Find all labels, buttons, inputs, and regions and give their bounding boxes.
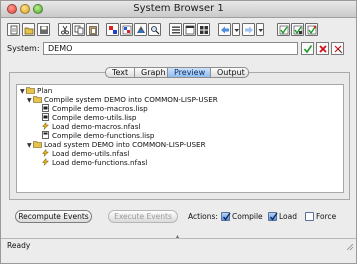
toolbar — [7, 23, 352, 37]
compile-checkbox[interactable] — [221, 212, 231, 221]
check-button[interactable] — [291, 23, 304, 36]
paste-icon — [89, 26, 97, 35]
load-bolt-icon — [41, 149, 50, 157]
load-checkbox[interactable] — [268, 212, 278, 221]
folder-icon — [33, 141, 42, 148]
tree-node-load-utils[interactable]: Load demo-utils.nfasl — [41, 149, 129, 158]
copy-icon — [74, 25, 84, 35]
tree-node-load-macros[interactable]: Load demo-macros.nfasl — [41, 122, 140, 131]
bookmark-button[interactable] — [305, 23, 318, 36]
cancel-system-button[interactable] — [316, 42, 329, 55]
red-x-icon — [319, 45, 327, 53]
grid-view-button[interactable] — [197, 23, 210, 36]
history-dropdown[interactable] — [232, 23, 240, 36]
compile-file-icon — [42, 131, 49, 139]
list-view-button[interactable] — [169, 23, 182, 36]
window-button[interactable] — [183, 23, 196, 36]
checkmark-icon — [222, 212, 231, 221]
status-bar: Ready — [1, 238, 356, 253]
tab-preview[interactable]: Preview — [168, 67, 211, 78]
window-title: System Browser 1 — [133, 3, 224, 14]
list-view-icon — [172, 26, 180, 34]
new-page-button[interactable] — [7, 23, 20, 36]
tree-node-load-system[interactable]: ▼ Load system DEMO into COMMON-LISP-USER — [27, 140, 206, 149]
clear-system-button[interactable] — [331, 42, 344, 55]
tree-node-compile-utils[interactable]: Compile demo-utils.lisp — [41, 113, 137, 122]
run-icon — [279, 25, 289, 35]
folder-icon — [26, 87, 35, 94]
inspect-icon — [151, 26, 160, 35]
checkmark-icon — [269, 212, 278, 221]
status-text: Ready — [7, 241, 31, 250]
forward-dropdown[interactable] — [256, 23, 264, 36]
open-folder-icon — [24, 27, 34, 35]
view-tabs: Text Graph Preview Output — [105, 67, 249, 78]
load-label: Load — [279, 212, 297, 221]
save-icon — [40, 26, 48, 34]
cut-button[interactable] — [58, 23, 71, 36]
load-bolt-icon — [41, 158, 50, 166]
history-dropdown-icon — [234, 29, 239, 32]
forward-button[interactable] — [242, 23, 255, 36]
system-input[interactable]: DEMO — [43, 42, 298, 55]
checkmark-icon — [303, 45, 313, 54]
folder-icon — [33, 96, 42, 103]
tab-output[interactable]: Output — [211, 67, 249, 78]
tree-node-compile-system[interactable]: ▼ Compile system DEMO into COMMON-LISP-US… — [27, 95, 218, 104]
tree-node-compile-macros[interactable]: Compile demo-macros.lisp — [41, 104, 148, 113]
inspect-button[interactable] — [148, 23, 161, 36]
plan-tree[interactable]: ▼ Plan ▼ Compile system DEMO into COMMON-L… — [16, 84, 344, 193]
paste-button[interactable] — [86, 23, 99, 36]
actions-bar: Recompute Events Execute Events Actions:… — [15, 210, 345, 224]
compile-button[interactable] — [134, 23, 147, 36]
system-row: System: DEMO — [5, 42, 354, 56]
save-button[interactable] — [37, 23, 50, 36]
open-button[interactable] — [22, 23, 35, 36]
format-icon — [122, 25, 132, 35]
forward-arrow-icon — [245, 26, 253, 34]
compile-label: Compile — [232, 212, 263, 221]
compile-file-icon — [42, 104, 49, 112]
text-color-icon — [109, 26, 117, 34]
grid-view-icon — [200, 26, 208, 34]
tab-text[interactable]: Text — [105, 67, 135, 78]
force-checkbox[interactable] — [305, 212, 314, 221]
copy-button[interactable] — [72, 23, 85, 36]
format-button[interactable] — [120, 23, 133, 36]
tree-node-compile-functions[interactable]: Compile demo-functions.lisp — [41, 131, 154, 140]
new-page-icon — [10, 25, 18, 35]
back-arrow-icon — [221, 26, 229, 34]
actions-label: Actions: — [188, 212, 218, 221]
force-label: Force — [316, 212, 337, 221]
forward-dropdown-icon — [258, 29, 263, 32]
execute-events-button[interactable]: Execute Events — [108, 210, 178, 223]
window-icon — [185, 25, 195, 35]
resize-grip-icon[interactable] — [345, 242, 354, 251]
load-bolt-icon — [41, 122, 50, 130]
text-color-button[interactable] — [106, 23, 119, 36]
system-label: System: — [7, 44, 40, 53]
run-button[interactable] — [277, 23, 290, 36]
check-icon — [293, 25, 303, 35]
title-bar[interactable]: System Browser 1 — [1, 1, 356, 18]
back-button[interactable] — [218, 23, 231, 36]
tree-node-load-functions[interactable]: Load demo-functions.nfasl — [41, 158, 147, 167]
compile-file-icon — [42, 113, 49, 121]
cut-icon — [61, 25, 69, 35]
system-browser-window: System Browser 1 System: DEMO Text Graph… — [0, 0, 357, 264]
clear-icon — [334, 45, 343, 54]
bookmark-icon — [307, 25, 317, 35]
compile-icon — [137, 26, 145, 33]
tree-node-plan[interactable]: ▼ Plan — [20, 86, 52, 95]
accept-system-button[interactable] — [301, 42, 314, 55]
tab-graph[interactable]: Graph — [135, 67, 168, 78]
recompute-events-button[interactable]: Recompute Events — [15, 210, 92, 223]
